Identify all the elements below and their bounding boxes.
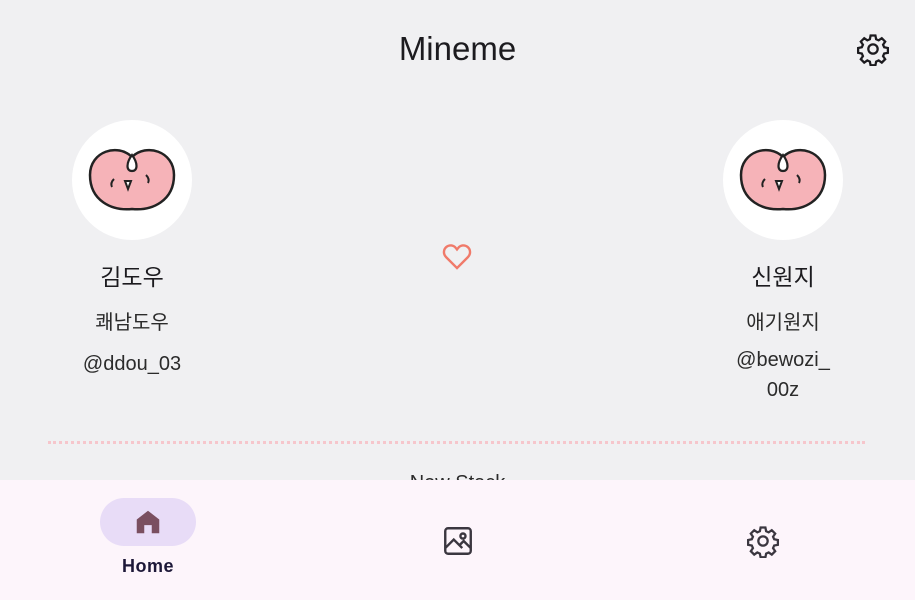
bottom-navigation: Home bbox=[0, 480, 915, 600]
nav-label-home: Home bbox=[121, 556, 174, 576]
profile-nickname: 쾌남도우 bbox=[95, 312, 169, 334]
profile-name: 신원지 bbox=[751, 264, 815, 290]
page-title: Mineme bbox=[398, 30, 517, 67]
dotted-divider bbox=[48, 441, 865, 444]
settings-gear-icon[interactable] bbox=[856, 32, 890, 67]
nav-item-home[interactable]: Home bbox=[0, 480, 296, 600]
profile-handle: @ddou_03 bbox=[82, 353, 182, 375]
peach-character-icon bbox=[88, 148, 176, 211]
profile-nickname: 애기원지 bbox=[746, 312, 820, 334]
profile-right: 신원지 애기원지 @bewozi_00z bbox=[693, 120, 873, 405]
profile-name: 김도우 bbox=[100, 264, 164, 290]
nav-item-settings[interactable] bbox=[610, 480, 915, 600]
nav-item-gallery[interactable] bbox=[305, 480, 610, 600]
home-icon bbox=[136, 510, 160, 534]
avatar-right[interactable] bbox=[723, 120, 843, 240]
avatar-left[interactable] bbox=[72, 120, 192, 240]
nav-active-indicator bbox=[100, 498, 196, 546]
settings-gear-icon bbox=[746, 526, 779, 559]
heart-outline-icon[interactable] bbox=[440, 239, 474, 273]
peach-character-icon bbox=[739, 148, 827, 211]
image-gallery-icon bbox=[443, 527, 472, 555]
profile-handle: @bewozi_00z bbox=[736, 349, 830, 401]
profile-left: 김도우 쾌남도우 @ddou_03 bbox=[42, 120, 222, 379]
